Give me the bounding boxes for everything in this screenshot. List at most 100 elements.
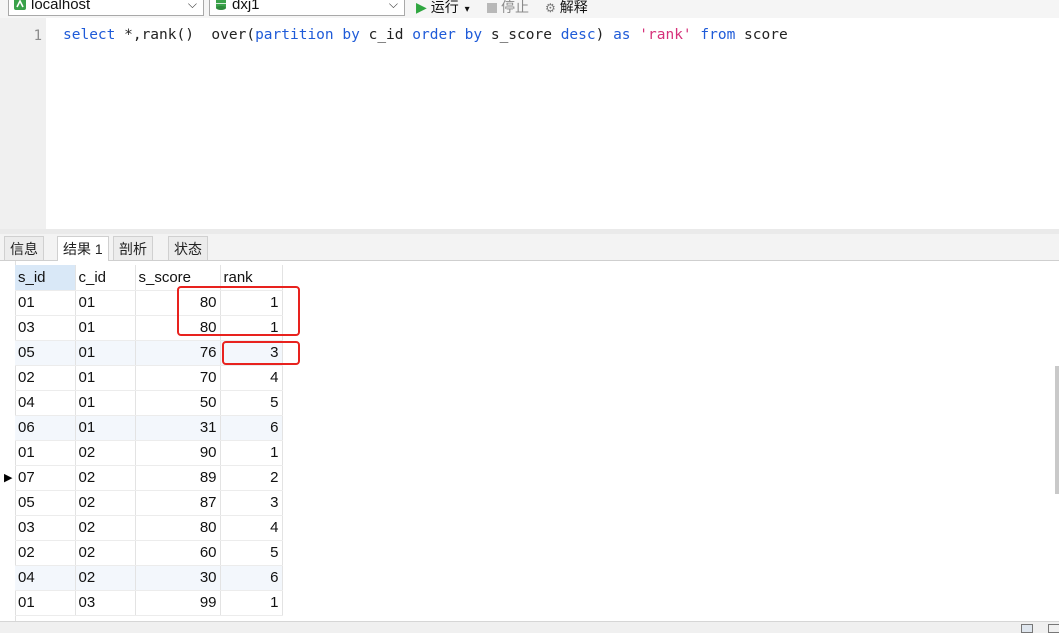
table-row[interactable]: 01 03 99 1 bbox=[15, 590, 283, 616]
sql-token: by bbox=[464, 27, 483, 43]
explain-button[interactable]: ⚙ 解释 bbox=[545, 0, 588, 17]
cell-s-score[interactable]: 76 bbox=[135, 340, 221, 366]
stop-label: 停止 bbox=[501, 0, 529, 15]
table-row[interactable]: 05 02 87 3 bbox=[15, 490, 283, 516]
cell-c-id[interactable]: 02 bbox=[75, 465, 136, 491]
tab-result-1[interactable]: 结果 1 bbox=[57, 236, 109, 261]
run-label: 运行 bbox=[430, 0, 459, 15]
sql-token: from bbox=[700, 27, 736, 43]
run-dropdown-icon[interactable]: ▾ bbox=[465, 4, 470, 15]
stop-icon bbox=[487, 3, 497, 13]
cell-s-id[interactable]: 04 bbox=[15, 565, 76, 591]
cell-s-score[interactable]: 30 bbox=[135, 565, 221, 591]
cell-c-id[interactable]: 02 bbox=[75, 440, 136, 466]
cell-s-score[interactable]: 89 bbox=[135, 465, 221, 491]
cell-s-score[interactable]: 50 bbox=[135, 390, 221, 416]
cell-c-id[interactable]: 01 bbox=[75, 415, 136, 441]
cell-rank[interactable]: 1 bbox=[220, 590, 283, 616]
cell-c-id[interactable]: 02 bbox=[75, 490, 136, 516]
cell-rank[interactable]: 5 bbox=[220, 390, 283, 416]
sql-token: s_score bbox=[482, 27, 561, 43]
cell-s-id[interactable]: 01 bbox=[15, 590, 76, 616]
table-row[interactable]: 02 02 60 5 bbox=[15, 540, 283, 566]
run-button[interactable]: ▶ 运行 ▾ bbox=[416, 0, 470, 17]
table-row[interactable]: 02 01 70 4 bbox=[15, 365, 283, 391]
cell-rank[interactable]: 3 bbox=[220, 490, 283, 516]
table-row[interactable]: 06 01 31 6 bbox=[15, 415, 283, 441]
result-tabs: 信息 结果 1 剖析 状态 bbox=[0, 234, 1059, 261]
row-indicator-column: ▶ bbox=[0, 261, 16, 621]
cell-s-score[interactable]: 87 bbox=[135, 490, 221, 516]
current-row-icon: ▶ bbox=[4, 472, 13, 484]
cell-s-score[interactable]: 80 bbox=[135, 515, 221, 541]
sql-token: ) bbox=[595, 27, 614, 43]
explain-icon: ⚙ bbox=[545, 1, 556, 15]
tab-info[interactable]: 信息 bbox=[4, 236, 44, 260]
cell-s-id[interactable]: 05 bbox=[15, 340, 76, 366]
table-row[interactable]: 04 01 50 5 bbox=[15, 390, 283, 416]
line-number: 1 bbox=[33, 28, 42, 44]
cell-s-id[interactable]: 01 bbox=[15, 290, 76, 316]
cell-s-score[interactable]: 90 bbox=[135, 440, 221, 466]
cell-s-score[interactable]: 70 bbox=[135, 365, 221, 391]
cell-rank[interactable]: 4 bbox=[220, 365, 283, 391]
cell-s-id[interactable]: 02 bbox=[15, 365, 76, 391]
cell-s-id[interactable]: 03 bbox=[15, 515, 76, 541]
cell-s-id[interactable]: 02 bbox=[15, 540, 76, 566]
cell-s-id[interactable]: 01 bbox=[15, 440, 76, 466]
cell-s-id[interactable]: 05 bbox=[15, 490, 76, 516]
cell-rank[interactable]: 6 bbox=[220, 415, 283, 441]
result-grid: ▶ s_id c_id s_score rank 01 01 80 1 03 01 80 1 0… bbox=[0, 261, 1059, 621]
cell-s-id[interactable]: 04 bbox=[15, 390, 76, 416]
table-row[interactable]: 07 02 89 2 bbox=[15, 465, 283, 491]
tab-profile[interactable]: 剖析 bbox=[113, 236, 153, 260]
connection-select[interactable]: localhost ⌵ bbox=[8, 0, 204, 16]
sql-editor[interactable]: 1 select *,rank() over(partition by c_id… bbox=[0, 18, 1059, 230]
cell-s-id[interactable]: 06 bbox=[15, 415, 76, 441]
cell-rank[interactable]: 5 bbox=[220, 540, 283, 566]
connection-value: localhost bbox=[31, 0, 91, 13]
cell-rank[interactable]: 1 bbox=[220, 440, 283, 466]
table-row[interactable]: 03 02 80 4 bbox=[15, 515, 283, 541]
cell-s-score[interactable]: 60 bbox=[135, 540, 221, 566]
connection-icon bbox=[14, 0, 26, 10]
sql-token: *,rank() over( bbox=[115, 27, 256, 43]
column-header-c-id[interactable]: c_id bbox=[75, 265, 136, 291]
cell-s-id[interactable]: 03 bbox=[15, 315, 76, 341]
sql-token: as bbox=[613, 27, 631, 43]
cell-c-id[interactable]: 01 bbox=[75, 365, 136, 391]
sql-token: score bbox=[735, 27, 788, 43]
line-gutter: 1 bbox=[0, 18, 46, 230]
cell-rank[interactable]: 2 bbox=[220, 465, 283, 491]
cell-rank[interactable]: 4 bbox=[220, 515, 283, 541]
cell-c-id[interactable]: 02 bbox=[75, 565, 136, 591]
cell-c-id[interactable]: 01 bbox=[75, 290, 136, 316]
toolbar: localhost ⌵ dxj1 ⌵ ▶ 运行 ▾ 停止 ⚙ 解释 bbox=[0, 0, 1059, 18]
sql-token: partition bbox=[255, 27, 334, 43]
cell-rank[interactable]: 6 bbox=[220, 565, 283, 591]
highlight-tie-box bbox=[177, 286, 300, 336]
tab-status[interactable]: 状态 bbox=[168, 236, 208, 260]
cell-c-id[interactable]: 02 bbox=[75, 515, 136, 541]
table-row[interactable]: 04 02 30 6 bbox=[15, 565, 283, 591]
database-icon bbox=[216, 0, 226, 10]
cell-s-score[interactable]: 99 bbox=[135, 590, 221, 616]
status-bar bbox=[0, 621, 1059, 633]
cell-s-id[interactable]: 07 bbox=[15, 465, 76, 491]
explain-label: 解释 bbox=[559, 0, 588, 15]
vertical-scrollbar-thumb[interactable] bbox=[1055, 366, 1059, 494]
stop-button[interactable]: 停止 bbox=[487, 0, 529, 17]
sql-token: order bbox=[412, 27, 456, 43]
table-row[interactable]: 01 02 90 1 bbox=[15, 440, 283, 466]
play-icon: ▶ bbox=[416, 0, 427, 15]
cell-c-id[interactable]: 01 bbox=[75, 390, 136, 416]
cell-c-id[interactable]: 02 bbox=[75, 540, 136, 566]
cell-c-id[interactable]: 01 bbox=[75, 315, 136, 341]
cell-s-score[interactable]: 31 bbox=[135, 415, 221, 441]
sql-code[interactable]: select *,rank() over(partition by c_id o… bbox=[63, 27, 788, 43]
cell-c-id[interactable]: 01 bbox=[75, 340, 136, 366]
cell-c-id[interactable]: 03 bbox=[75, 590, 136, 616]
database-select[interactable]: dxj1 ⌵ bbox=[209, 0, 405, 16]
column-header-s-id[interactable]: s_id bbox=[15, 265, 76, 291]
